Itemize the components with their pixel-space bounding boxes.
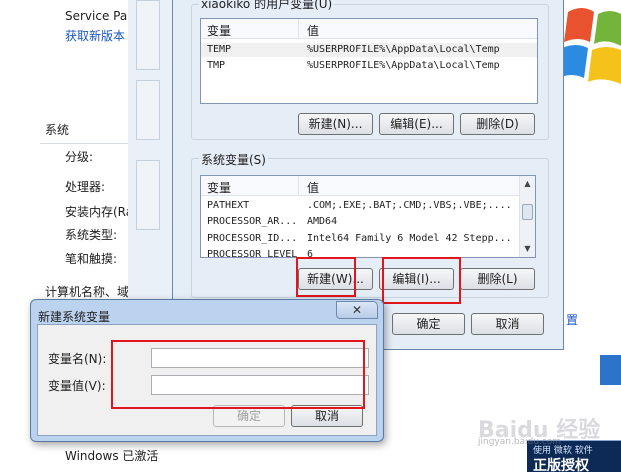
sysprop-group-2 <box>136 80 160 140</box>
scroll-up-icon[interactable]: ▲ <box>520 176 535 192</box>
col-value-header[interactable]: 值 <box>307 22 319 39</box>
installed-ram-label: 安装内存(Ra <box>65 205 134 219</box>
new-system-variable-dialog: 新建系统变量 ✕ 变量名(N): 变量值(V): 确定 取消 <box>30 299 384 442</box>
user-var-row[interactable]: TEMP %USERPROFILE%\AppData\Local\Temp <box>201 43 537 57</box>
variable-name-label: 变量名(N): <box>48 352 107 366</box>
processor-label: 处理器: <box>65 180 106 194</box>
var-value: AMD64 <box>307 216 338 227</box>
var-name: PATHEXT <box>207 200 250 211</box>
rating-label: 分级: <box>65 150 94 164</box>
system-var-row[interactable]: PROCESSOR_LEVEL 6 <box>201 248 535 258</box>
system-delete-button[interactable]: 删除(L) <box>460 268 535 290</box>
dialog-client-area: 变量名(N): 变量值(V): 确定 取消 <box>37 324 377 436</box>
var-name: PROCESSOR_AR... <box>207 216 298 227</box>
user-vars-list[interactable]: 变量 值 TEMP %USERPROFILE%\AppData\Local\Te… <box>200 18 538 104</box>
dialog-cancel-button[interactable]: 取消 <box>291 405 363 427</box>
column-separator[interactable] <box>298 19 299 39</box>
scroll-down-icon[interactable]: ▼ <box>520 241 535 257</box>
service-pack-text: Service Pa <box>65 9 128 23</box>
var-value: 6 <box>307 249 314 258</box>
system-vars-list[interactable]: 变量 值 PATHEXT .COM;.EXE;.BAT;.CMD;.VBS;.V… <box>200 175 536 258</box>
variable-value-input[interactable] <box>151 375 369 395</box>
variable-name-input[interactable] <box>151 348 369 368</box>
system-properties-window <box>128 0 178 300</box>
system-new-button[interactable]: 新建(W)... <box>298 268 373 290</box>
var-value: .COM;.EXE;.BAT;.CMD;.VBS;.VBE;.... <box>307 200 512 211</box>
var-name: PROCESSOR_ID... <box>207 233 298 244</box>
var-name: PROCESSOR_LEVEL <box>207 249 298 258</box>
user-edit-button[interactable]: 编辑(E)... <box>379 113 454 135</box>
change-settings-link[interactable]: 置 <box>566 311 578 328</box>
user-delete-button[interactable]: 删除(D) <box>460 113 535 135</box>
windows-activated-text: Windows 已激活 <box>65 449 159 463</box>
col-variable-header[interactable]: 变量 <box>207 179 231 196</box>
col-value-header[interactable]: 值 <box>307 179 319 196</box>
system-edit-button[interactable]: 编辑(I)... <box>379 268 454 290</box>
dialog-ok-button[interactable]: 确定 <box>213 405 285 427</box>
system-vars-title: 系统变量(S) <box>199 151 268 168</box>
var-name: TEMP <box>207 44 232 55</box>
system-vars-header: 变量 值 <box>201 176 535 196</box>
user-var-row[interactable]: TMP %USERPROFILE%\AppData\Local\Temp <box>201 59 537 73</box>
user-new-button[interactable]: 新建(N)... <box>298 113 373 135</box>
system-var-row[interactable]: PATHEXT .COM;.EXE;.BAT;.CMD;.VBS;.VBE;..… <box>201 199 535 213</box>
var-value: %USERPROFILE%\AppData\Local\Temp <box>307 60 500 71</box>
col-variable-header[interactable]: 变量 <box>207 22 231 39</box>
system-type-label: 系统类型: <box>65 228 118 242</box>
var-name: TMP <box>207 60 226 71</box>
genuine-badge-title: 正版授权 <box>533 458 589 474</box>
section-system-heading: 系统 <box>45 123 70 137</box>
close-icon[interactable]: ✕ <box>336 301 378 319</box>
environment-variables-dialog: xiaokiko 的用户变量(U) 变量 值 TEMP %USERPROFILE… <box>172 0 564 350</box>
ok-button[interactable]: 确定 <box>392 313 465 335</box>
get-new-version-link[interactable]: 获取新版本 <box>65 27 125 44</box>
system-var-row[interactable]: PROCESSOR_AR... AMD64 <box>201 215 535 229</box>
user-vars-title: xiaokiko 的用户变量(U) <box>199 0 335 12</box>
sysprop-group-3 <box>136 160 160 230</box>
flag-badge-icon <box>600 355 621 385</box>
scroll-thumb[interactable] <box>522 204 533 220</box>
baidu-watermark-url: jingyan.baidu.com <box>478 437 562 447</box>
var-value: Intel64 Family 6 Model 42 Stepp... <box>307 233 512 244</box>
cancel-button[interactable]: 取消 <box>471 313 544 335</box>
user-vars-header: 变量 值 <box>201 19 537 39</box>
variable-value-label: 变量值(V): <box>48 379 106 393</box>
sysprop-group-1 <box>136 0 160 70</box>
computer-name-heading: 计算机名称、域 <box>45 285 130 299</box>
dialog-title: 新建系统变量 <box>38 310 111 324</box>
var-value: %USERPROFILE%\AppData\Local\Temp <box>307 44 500 55</box>
pen-touch-label: 笔和触摸: <box>65 252 118 266</box>
system-vars-scrollbar[interactable]: ▲ ▼ <box>519 176 535 257</box>
column-separator[interactable] <box>298 176 299 196</box>
system-var-row[interactable]: PROCESSOR_ID... Intel64 Family 6 Model 4… <box>201 232 535 246</box>
